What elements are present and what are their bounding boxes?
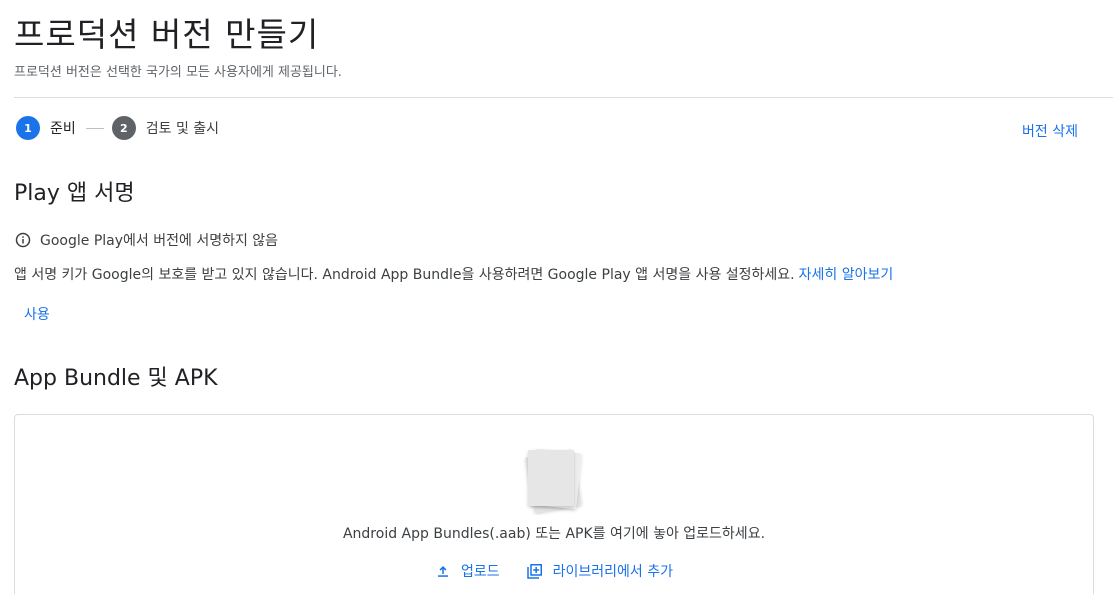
signing-description: 앱 서명 키가 Google의 보호를 받고 있지 않습니다. Android … [14,264,893,284]
drop-instructions: Android App Bundles(.aab) 또는 APK를 여기에 놓아… [342,526,766,542]
signing-status: Google Play에서 버전에 서명하지 않음 [15,230,278,250]
file-stack-illustration [525,448,582,513]
info-icon [15,232,31,248]
release-stepper: 1 준비 2 검토 및 출시 [16,116,219,140]
learn-more-link[interactable]: 자세히 알아보기 [799,267,894,283]
upload-icon [437,566,448,577]
step-1-label[interactable]: 준비 [50,118,76,138]
step-1-number[interactable]: 1 [16,116,40,140]
upload-actions: 업로드 라이브러리에서 추가 [15,559,1093,583]
step-connector [85,127,104,129]
header-divider [14,97,1113,98]
app-signing-heading: Play 앱 서명 [14,181,135,206]
upload-label: 업로드 [460,564,500,580]
step-2-number[interactable]: 2 [111,116,136,140]
library-add-icon [526,563,542,579]
signing-status-text: Google Play에서 버전에 서명하지 않음 [40,233,279,249]
delete-version-button[interactable]: 버전 삭제 [1022,121,1078,141]
add-from-library-label: 라이브러리에서 추가 [552,564,673,580]
page-subtitle: 프로덕션 버전은 선택한 국가의 모든 사용자에게 제공됩니다. [14,65,342,80]
upload-button[interactable]: 업로드 [435,559,500,583]
signing-description-text: 앱 서명 키가 Google의 보호를 받고 있지 않습니다. Android … [14,267,795,283]
enable-signing-button[interactable]: 사용 [14,300,60,328]
upload-dropzone[interactable]: Android App Bundles(.aab) 또는 APK를 여기에 놓아… [14,414,1094,594]
add-from-library-button[interactable]: 라이브러리에서 추가 [526,559,673,583]
step-2-label[interactable]: 검토 및 출시 [146,118,219,138]
bundles-heading: App Bundle 및 APK [14,366,218,391]
page-title: 프로덕션 버전 만들기 [14,15,320,54]
